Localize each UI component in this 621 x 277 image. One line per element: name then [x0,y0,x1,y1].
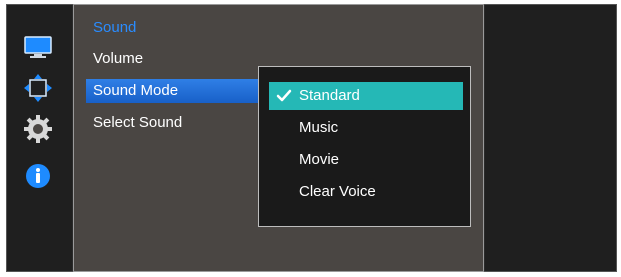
menu-title: Sound [93,19,137,36]
option-label: Movie [299,151,340,168]
menu-item-volume[interactable]: Volume [86,47,258,71]
option-label: Clear Voice [299,183,376,200]
sound-mode-submenu: Standard Music Movie Clear Voice [258,66,471,227]
menu-item-select-sound[interactable]: Select Sound [86,111,258,135]
option-standard[interactable]: Standard [269,82,463,110]
right-panel [485,5,616,271]
option-clear-voice[interactable]: Clear Voice [269,178,463,206]
option-music[interactable]: Music [269,114,463,142]
menu-item-sound-mode[interactable]: Sound Mode [86,79,258,103]
option-movie[interactable]: Movie [269,146,463,174]
gear-icon[interactable] [24,115,52,143]
resize-arrows-icon[interactable] [24,74,52,102]
info-icon[interactable] [24,162,52,190]
option-label: Music [299,119,339,136]
option-label: Standard [299,87,360,104]
monitor-icon[interactable] [24,36,52,64]
